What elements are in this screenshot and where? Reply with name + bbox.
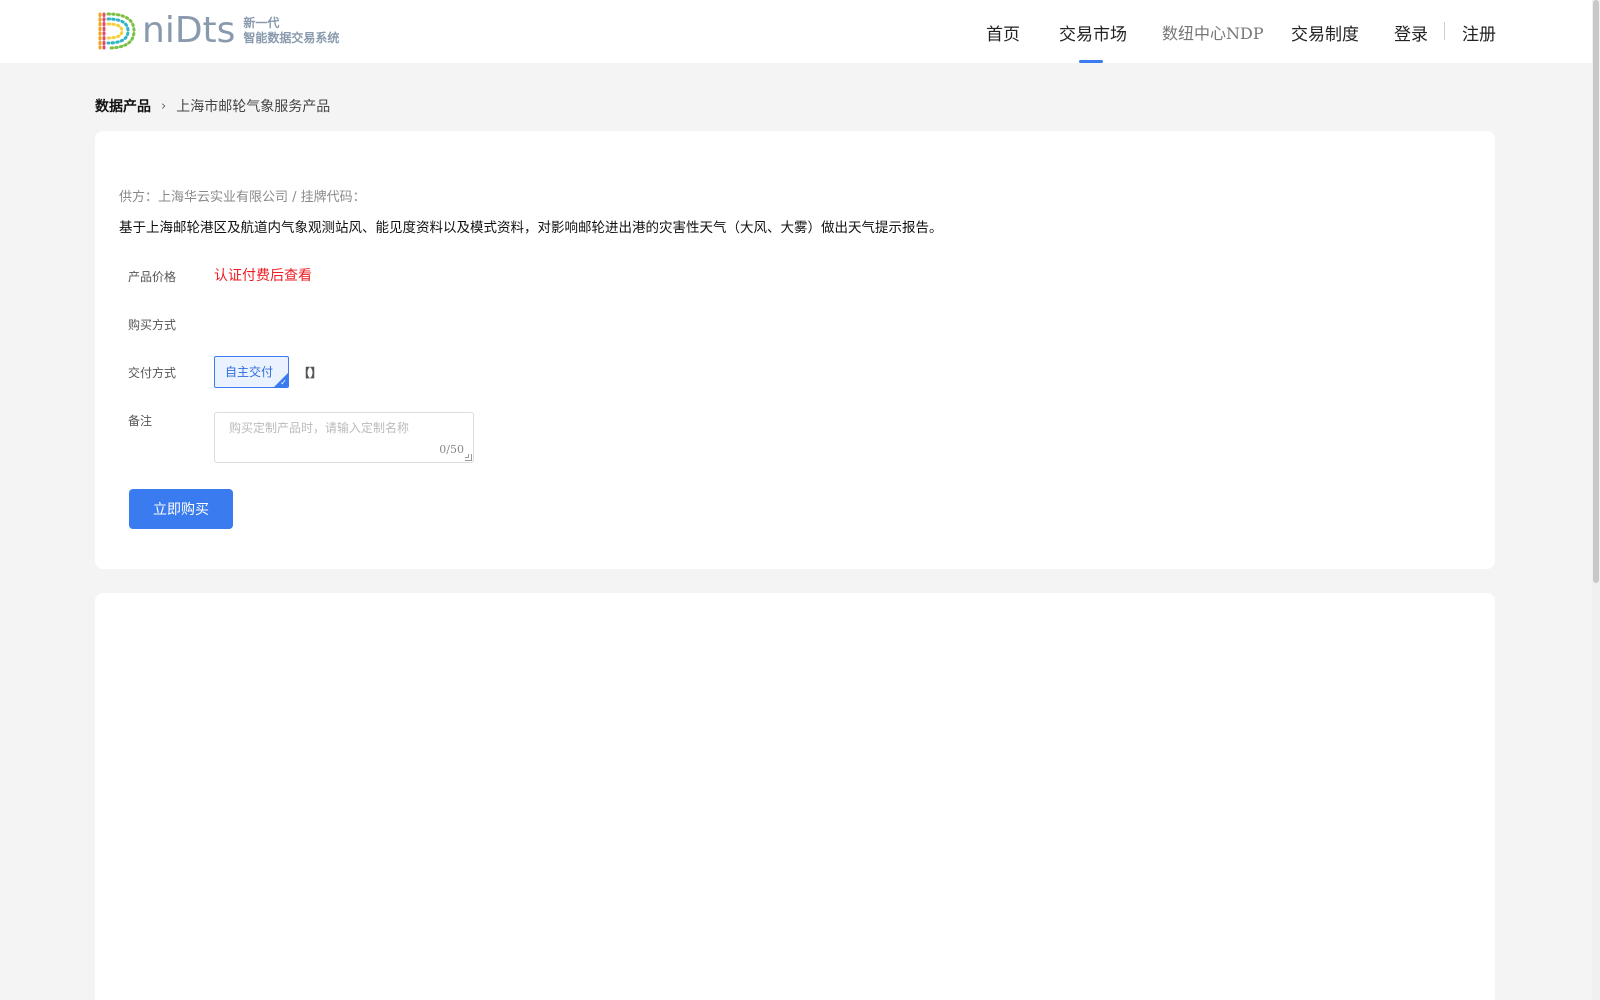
top-header: niDts 新一代 智能数据交易系统 首页 交易市场 数纽中心NDP 交易制度 … [0, 0, 1592, 63]
logo-d-mark-icon [98, 12, 136, 50]
nav-home[interactable]: 首页 [986, 20, 1020, 45]
nav-data-hub[interactable]: 数纽中心NDP [1162, 20, 1264, 44]
purchase-method-label: 购买方式 [128, 318, 177, 332]
breadcrumb: 数据产品 › 上海市邮轮气象服务产品 [95, 96, 330, 116]
chevron-right-icon: › [161, 98, 167, 114]
resize-handle-icon[interactable] [465, 454, 472, 461]
logo-tagline-line1: 新一代 [243, 16, 280, 30]
logo-tagline: 新一代 智能数据交易系统 [243, 16, 339, 46]
supplier-info: 供方：上海华云实业有限公司 / 挂牌代码： [119, 190, 366, 205]
product-detail-card: 供方：上海华云实业有限公司 / 挂牌代码： 基于上海邮轮港区及航道内气象观测站风… [95, 131, 1495, 569]
price-value: 认证付费后查看 [214, 268, 312, 284]
price-label: 产品价格 [128, 270, 177, 284]
remark-label: 备注 [128, 414, 153, 428]
logo-wordmark: niDts [142, 10, 236, 51]
nav-divider [1444, 22, 1445, 40]
remark-char-count: 0/50 [439, 443, 464, 456]
nav-trading-market[interactable]: 交易市场 [1059, 20, 1127, 45]
page-scrollbar-thumb[interactable] [1593, 0, 1599, 583]
nav-trading-rules[interactable]: 交易制度 [1291, 20, 1359, 45]
remark-field-wrapper: 0/50 [214, 412, 474, 463]
buy-now-button[interactable]: 立即购买 [129, 489, 233, 529]
login-link[interactable]: 登录 [1394, 20, 1428, 45]
register-link[interactable]: 注册 [1462, 20, 1496, 45]
bracket-icon[interactable]: 【】 [298, 364, 322, 381]
delivery-option-label: 自主交付 [225, 365, 274, 379]
nav-active-indicator [1079, 60, 1103, 63]
delivery-option-self[interactable]: 自主交付 ✓ [214, 356, 289, 388]
logo-tagline-line2: 智能数据交易系统 [243, 31, 340, 45]
breadcrumb-root[interactable]: 数据产品 [95, 96, 151, 116]
remark-input[interactable] [215, 413, 473, 462]
site-logo[interactable]: niDts 新一代 智能数据交易系统 [94, 10, 339, 52]
breadcrumb-current: 上海市邮轮气象服务产品 [176, 99, 331, 115]
product-extra-card [95, 593, 1495, 1000]
delivery-method-label: 交付方式 [128, 366, 177, 380]
check-icon: ✓ [280, 378, 287, 387]
product-description: 基于上海邮轮港区及航道内气象观测站风、能见度资料以及模式资料，对影响邮轮进出港的… [119, 220, 943, 236]
